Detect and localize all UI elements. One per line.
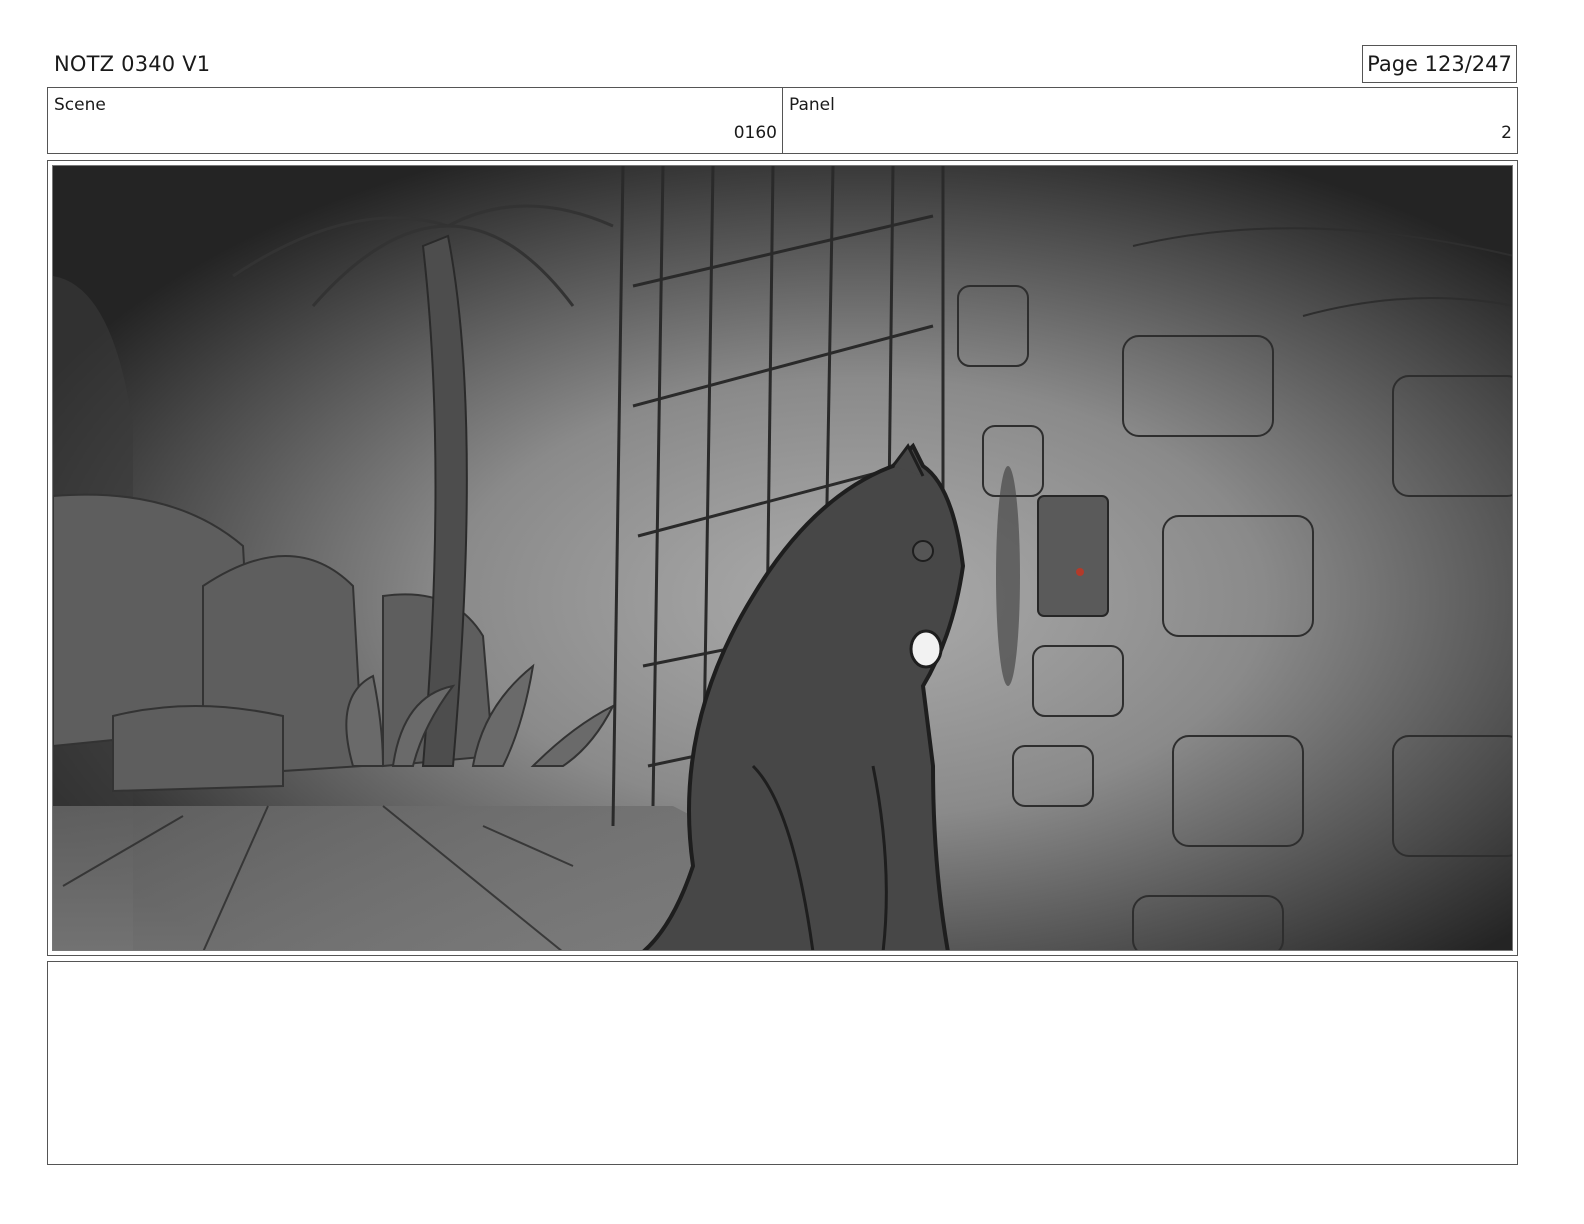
storyboard-sketch [53,166,1512,950]
scene-number: 0160 [733,123,777,143]
panel-artwork [52,165,1513,951]
notes-box [47,961,1518,1165]
scene-label: Scene [54,95,106,115]
scene-panel-info-row: Scene 0160 Panel 2 [47,87,1518,154]
panel-frame [47,160,1518,956]
panel-cell: Panel 2 [783,88,1517,153]
page-number-box: Page 123/247 [1362,45,1517,83]
panel-number: 2 [1501,123,1512,143]
storyboard-title: NOTZ 0340 V1 [54,52,211,76]
panel-label: Panel [789,95,835,115]
scene-cell: Scene 0160 [48,88,783,153]
